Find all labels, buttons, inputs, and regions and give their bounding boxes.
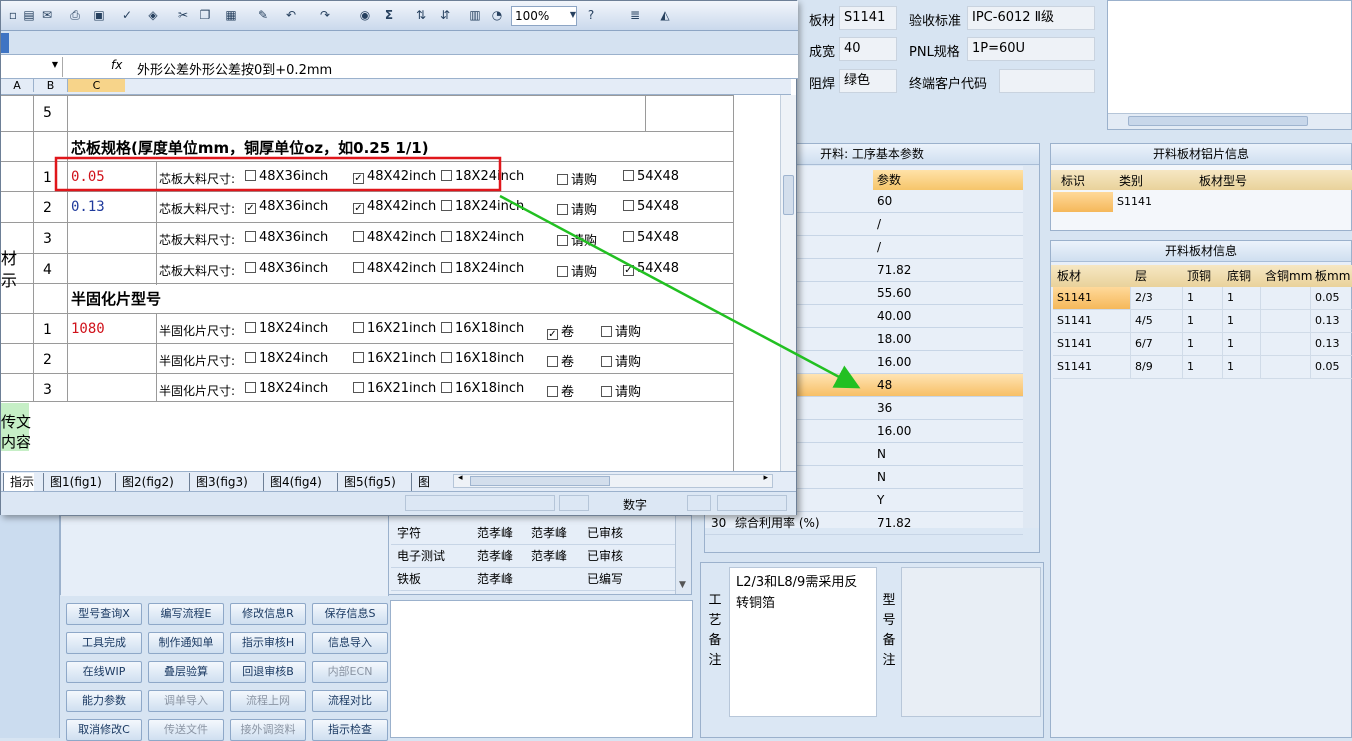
annotation-arrow	[499, 194, 861, 389]
annotation-overlay	[54, 156, 861, 389]
highlight-box	[54, 156, 502, 192]
